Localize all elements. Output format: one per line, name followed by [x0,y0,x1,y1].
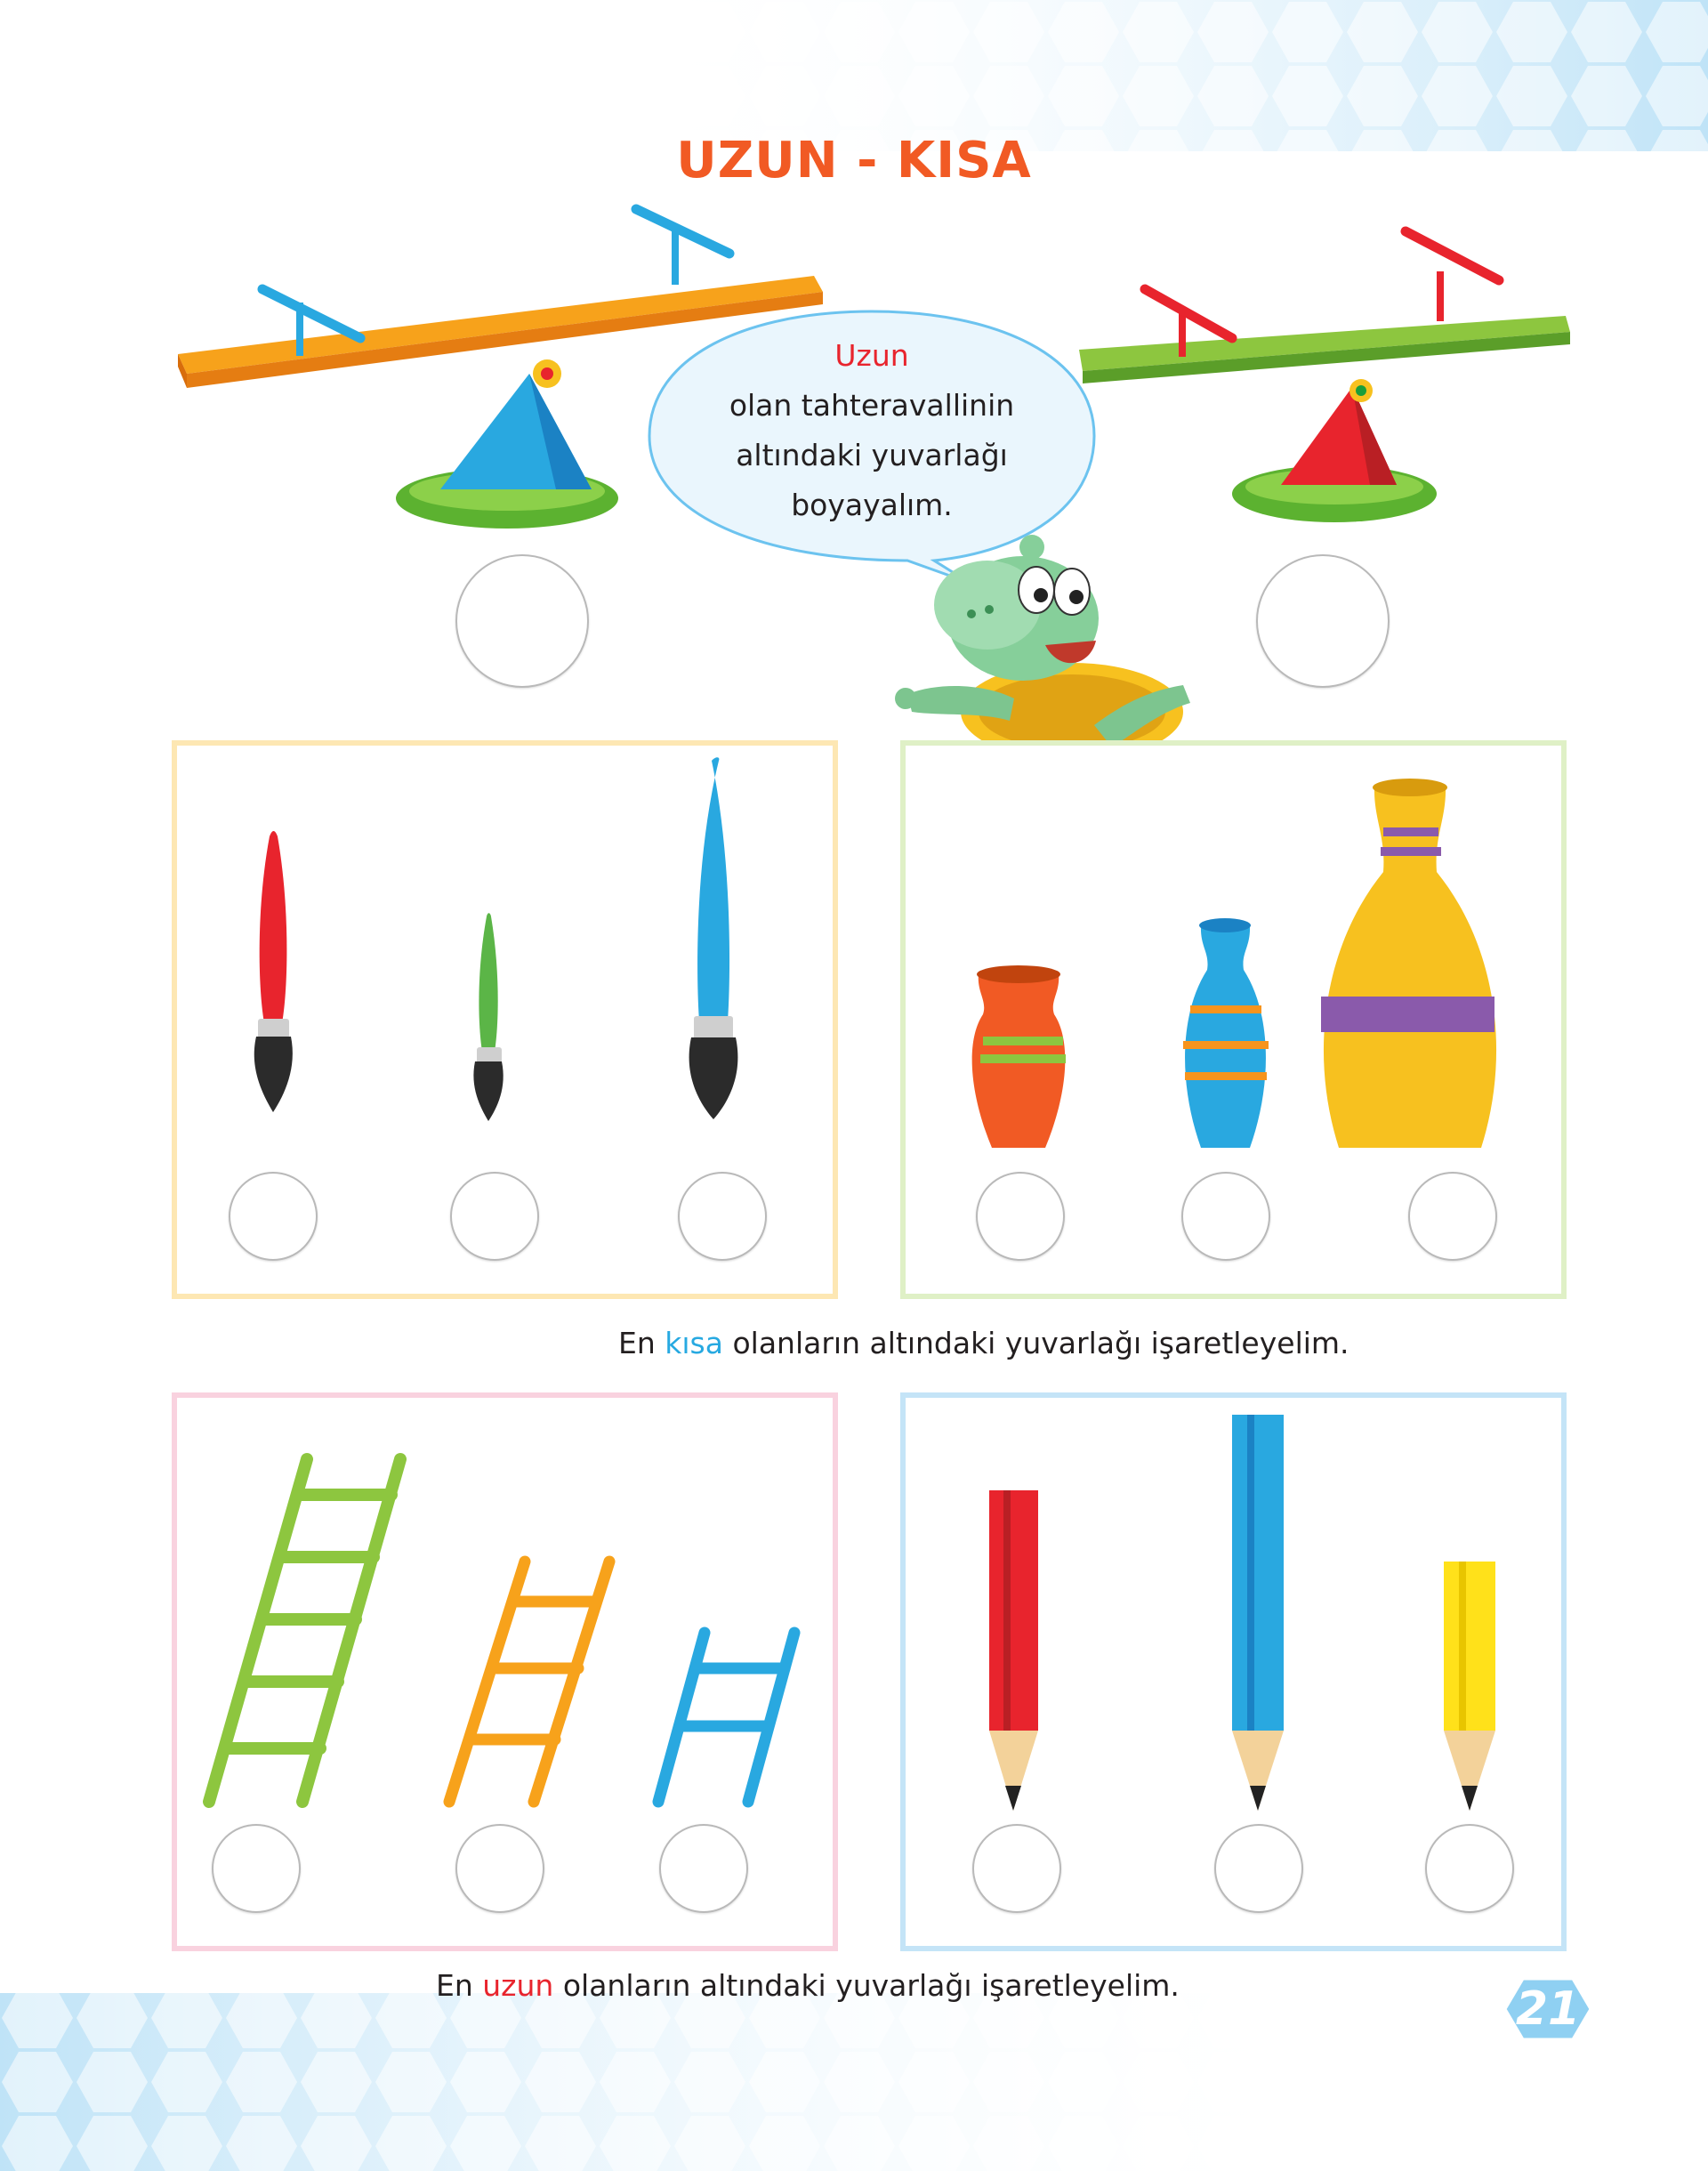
answer-circle-brush-green[interactable] [450,1172,539,1261]
answer-circle-ladder-green[interactable] [212,1824,301,1913]
speech-bubble-text: Uzun olan tahteravallinin altındaki yuva… [676,331,1068,530]
short-seesaw-illustration [1079,226,1570,522]
instruction-longest-post: olanların altındaki yuvarlağı işaretleye… [553,1968,1180,2003]
instruction-shortest-pre: En [618,1326,665,1360]
answer-circle-brush-red[interactable] [229,1172,318,1261]
answer-circle-long-seesaw[interactable] [455,554,589,688]
bubble-line-2: altındaki yuvarlağı [736,438,1008,472]
answer-circle-brush-blue[interactable] [678,1172,767,1261]
answer-circle-ladder-blue[interactable] [659,1824,748,1913]
instruction-shortest-post: olanların altındaki yuvarlağı işaretleye… [722,1326,1349,1360]
answer-circle-pencil-red[interactable] [972,1824,1061,1913]
brushes-illustration [254,757,738,1121]
bubble-highlight-word: Uzun [834,338,909,373]
pencils-illustration [989,1415,1495,1811]
answer-circle-short-seesaw[interactable] [1256,554,1390,688]
answer-circle-pencil-yellow[interactable] [1425,1824,1514,1913]
bubble-line-1: olan tahteravallinin [729,388,1015,423]
answer-circle-vase-blue[interactable] [1181,1172,1270,1261]
page-number: 21 [1515,1982,1581,2036]
answer-circle-pencil-blue[interactable] [1214,1824,1303,1913]
instruction-longest: En uzun olanların altındaki yuvarlağı iş… [436,1968,1180,2003]
instruction-shortest-highlight: kısa [665,1326,723,1360]
turtle-mascot [895,535,1190,761]
ladders-illustration [203,1453,801,1808]
instruction-longest-pre: En [436,1968,483,2003]
vases-illustration [971,779,1497,1148]
answer-circle-vase-yellow[interactable] [1408,1172,1497,1261]
answer-circle-vase-orange[interactable] [976,1172,1065,1261]
instruction-longest-highlight: uzun [482,1968,554,2003]
answer-circle-ladder-orange[interactable] [455,1824,544,1913]
instruction-shortest: En kısa olanların altındaki yuvarlağı iş… [618,1326,1349,1360]
page-title: UZUN - KISA [676,132,1032,190]
